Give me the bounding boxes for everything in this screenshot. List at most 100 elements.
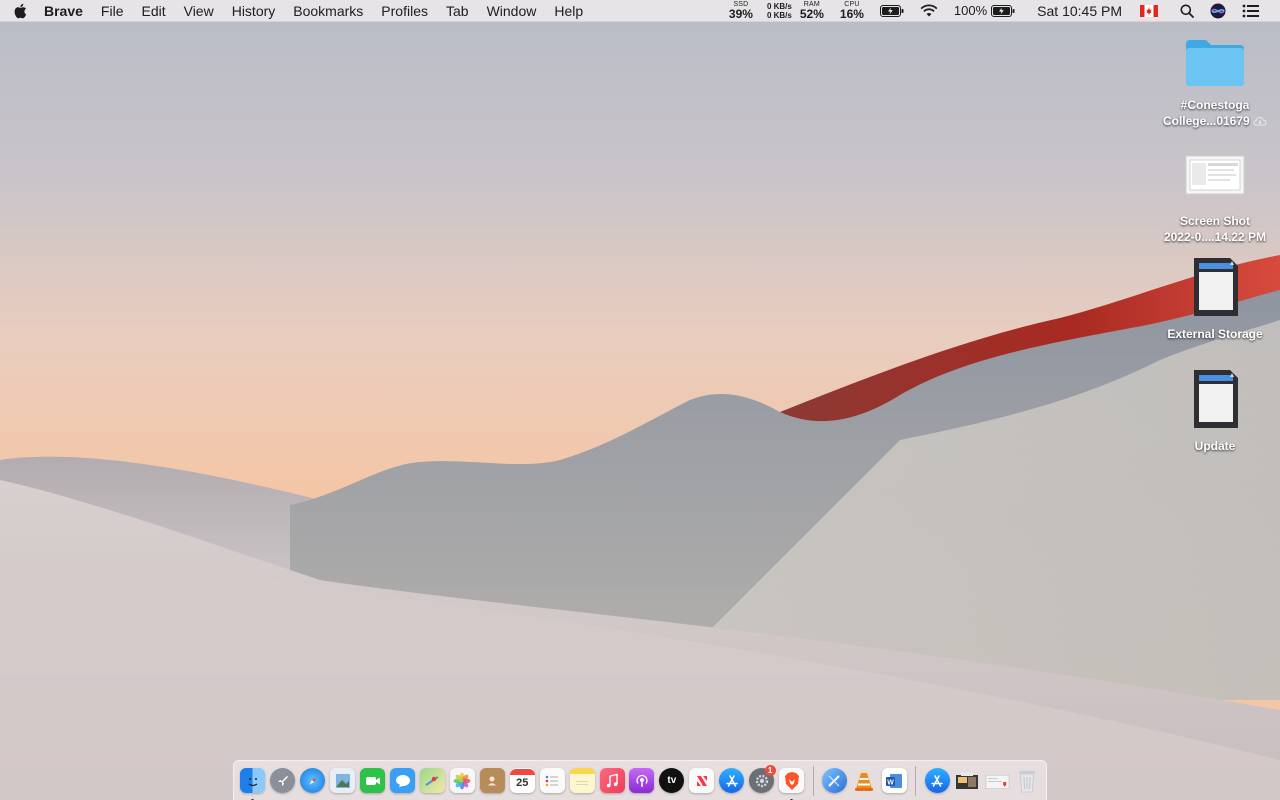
menu-edit[interactable]: Edit [132, 0, 174, 22]
messages-icon [390, 768, 416, 793]
launchpad-icon [270, 768, 296, 793]
dock-notes[interactable] [567, 766, 597, 796]
canada-flag-icon[interactable] [1140, 0, 1158, 22]
word-icon: W [881, 768, 907, 793]
dock-image-capture[interactable] [952, 766, 982, 796]
dock-word[interactable]: W [879, 766, 909, 796]
desktop-item-screenshot[interactable]: Screen Shot 2022-0....14.22 PM [1155, 152, 1275, 245]
xcode-icon [821, 768, 847, 793]
cpu-stat[interactable]: CPU 16% [840, 1, 864, 20]
dock-trash[interactable] [1012, 766, 1042, 796]
vlc-icon [852, 768, 877, 793]
dock-mail-stack[interactable] [982, 766, 1012, 796]
dock-launchpad[interactable] [268, 766, 298, 796]
trash-icon [1014, 768, 1039, 793]
desktop-wallpaper [0, 0, 1280, 800]
facetime-icon [360, 768, 386, 793]
menu-history[interactable]: History [223, 0, 285, 22]
news-icon [689, 768, 715, 793]
menu-view[interactable]: View [175, 0, 223, 22]
dock-news[interactable] [687, 766, 717, 796]
image-capture-icon [955, 768, 980, 793]
battery-charging-icon[interactable] [879, 0, 904, 22]
icloud-icon [1253, 114, 1267, 130]
dock-safari[interactable] [298, 766, 328, 796]
finder-icon [240, 768, 266, 793]
dock-calendar[interactable]: 25 [507, 766, 537, 796]
calendar-icon: 25 [509, 768, 535, 793]
mail-stack-icon [985, 768, 1010, 793]
net-up: 0 KB/s [766, 1, 792, 11]
contacts-icon [479, 768, 505, 793]
menu-profiles[interactable]: Profiles [372, 0, 437, 22]
brave-icon [779, 768, 805, 793]
siri-icon[interactable] [1210, 0, 1226, 22]
menu-bookmarks[interactable]: Bookmarks [284, 0, 372, 22]
safari-icon [300, 768, 326, 793]
menubar-clock[interactable]: Sat 10:45 PM [1037, 3, 1122, 19]
photos-icon [449, 768, 475, 793]
dock-vlc[interactable] [849, 766, 879, 796]
dock-photos[interactable] [447, 766, 477, 796]
menu-app-name[interactable]: Brave [40, 0, 92, 22]
desktop-item-label: Screen Shot 2022-0....14.22 PM [1163, 214, 1267, 244]
desktop-item-label: External Storage [1167, 327, 1263, 341]
menu-window[interactable]: Window [478, 0, 546, 22]
dock-separator [915, 765, 917, 796]
podcasts-icon [629, 768, 655, 793]
dock-separator [812, 765, 814, 796]
ram-stat[interactable]: RAM 52% [800, 1, 824, 20]
music-icon [599, 768, 625, 793]
cpu-value: 16% [839, 7, 864, 21]
dock-app-store-folder[interactable] [922, 766, 952, 796]
dock-podcasts[interactable] [627, 766, 657, 796]
battery-percent[interactable]: 100% [954, 3, 987, 18]
dock-system-preferences[interactable]: 1 [747, 764, 777, 796]
menu-help[interactable]: Help [545, 0, 592, 22]
desktop-item-update[interactable]: Update [1155, 368, 1275, 454]
ssd-value: 39% [728, 7, 753, 21]
dock-apple-tv[interactable]: tv [657, 766, 687, 796]
maps-icon [419, 768, 445, 793]
dock-facetime[interactable] [358, 766, 388, 796]
desktop-item-external-storage[interactable]: External Storage [1155, 256, 1275, 342]
reminders-icon [539, 768, 565, 793]
wifi-icon[interactable] [920, 0, 938, 22]
desktop-item-label: Update [1194, 439, 1236, 453]
screenshot-thumbnail-icon [1184, 152, 1246, 203]
battery-icon[interactable] [991, 0, 1015, 22]
desktop-item-label: #Conestoga College...01679 [1163, 97, 1267, 130]
menu-file[interactable]: File [92, 0, 133, 22]
dock-xcode[interactable] [820, 766, 850, 796]
app-store-folder-icon [924, 768, 950, 793]
preview-icon [330, 768, 356, 793]
menu-tab[interactable]: Tab [437, 0, 478, 22]
dock-maps[interactable] [418, 766, 448, 796]
calendar-day: 25 [516, 777, 529, 789]
dock: 25 tv 1 W [233, 760, 1047, 800]
svg-text:W: W [887, 779, 894, 786]
apple-icon[interactable] [0, 0, 40, 22]
dock-reminders[interactable] [537, 766, 567, 796]
desktop-item-conestoga-folder[interactable]: #Conestoga College...01679 [1155, 36, 1275, 130]
dock-finder[interactable] [238, 766, 268, 800]
apple-tv-icon: tv [659, 768, 685, 793]
notes-icon [569, 768, 595, 793]
network-stat[interactable]: 0 KB/s 0 KB/s [767, 2, 792, 20]
dock-app-store[interactable] [717, 766, 747, 796]
control-center-icon[interactable] [1242, 0, 1260, 22]
dock-brave[interactable] [777, 766, 807, 800]
sd-card-icon [1190, 256, 1240, 323]
net-down: 0 KB/s [766, 10, 792, 20]
dock-preview[interactable] [328, 766, 358, 796]
notification-badge: 1 [764, 764, 776, 776]
sd-card-icon [1190, 368, 1240, 435]
menu-bar: Brave File Edit View History Bookmarks P… [0, 0, 1280, 22]
dock-music[interactable] [597, 766, 627, 796]
ram-value: 52% [799, 7, 824, 21]
dock-messages[interactable] [388, 766, 418, 796]
dock-contacts[interactable] [477, 766, 507, 796]
search-icon[interactable] [1180, 0, 1194, 22]
folder-icon [1184, 36, 1246, 93]
ssd-stat[interactable]: SSD 39% [729, 1, 753, 20]
